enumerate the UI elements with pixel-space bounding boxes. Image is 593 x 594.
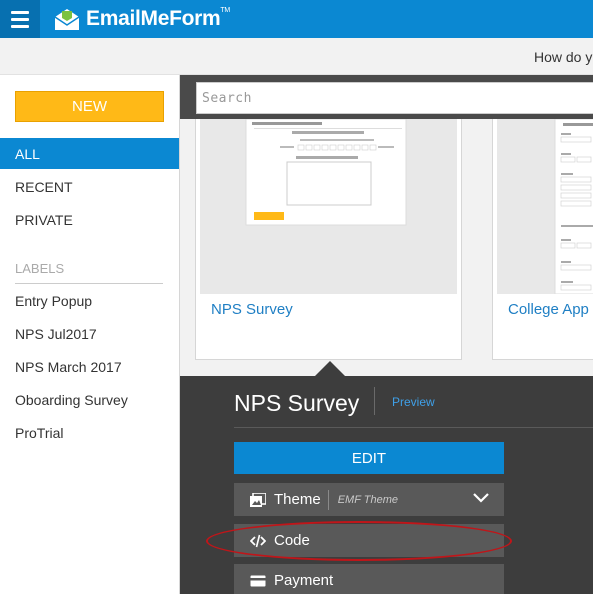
theme-icon [250,492,266,508]
logo[interactable]: EmailMeFormTM [54,5,230,33]
edit-button[interactable]: EDIT [234,442,504,474]
form-card-college-app[interactable]: College App [492,119,593,360]
theme-value: EMF Theme [337,493,398,506]
top-bar: EmailMeFormTM [0,0,593,38]
help-link[interactable]: How do y [534,49,592,65]
form-thumbnail [497,119,593,294]
sidebar-item-private[interactable]: PRIVATE [0,204,179,235]
form-preview-image [554,119,593,294]
envelope-logo-icon [54,9,80,30]
form-details-panel: NPS Survey Preview EDIT Theme EMF Theme [180,376,593,594]
sidebar-item-label: ALL [15,145,40,162]
sidebar-item-all[interactable]: ALL [0,138,179,169]
form-detail-title: NPS Survey [234,390,360,416]
theme-label: Theme [274,491,321,508]
form-preview-image [245,119,407,226]
search-box [196,82,593,114]
title-divider [374,387,375,415]
credit-card-icon [250,573,266,589]
form-thumbnail [200,119,457,294]
label-item-nps-jul2017[interactable]: NPS Jul2017 [15,326,97,342]
preview-link[interactable]: Preview [392,395,435,409]
label-item-oboarding-survey[interactable]: Oboarding Survey [15,392,128,408]
highlight-annotation-ellipse [206,521,512,561]
theme-separator [327,489,329,510]
payment-label: Payment [274,572,334,589]
label-item-protrial[interactable]: ProTrial [15,425,64,441]
new-form-button[interactable]: NEW [15,91,164,122]
sidebar-item-label: PRIVATE [15,211,73,228]
hamburger-menu-icon[interactable] [0,0,40,38]
sidebar: NEW ALL RECENT PRIVATE LABELS Entry Popu… [0,75,180,594]
labels-divider [15,283,163,284]
payment-option[interactable]: Payment [234,564,504,594]
main-content: NPS Survey [180,75,593,594]
form-card-title[interactable]: College App [508,301,589,318]
details-divider [234,427,593,428]
selected-card-pointer [315,361,345,376]
label-item-entry-popup[interactable]: Entry Popup [15,293,92,309]
logo-text: EmailMeForm [86,7,221,30]
search-input[interactable] [197,83,593,113]
label-item-nps-march-2017[interactable]: NPS March 2017 [15,359,122,375]
trademark-mark: TM [220,7,230,14]
labels-heading: LABELS [15,261,65,276]
form-card-nps-survey[interactable]: NPS Survey [195,119,462,360]
theme-option[interactable]: Theme EMF Theme [234,483,504,516]
chevron-down-icon[interactable] [472,491,490,509]
sub-bar: How do y [0,38,593,75]
sidebar-item-label: RECENT [15,178,73,195]
form-card-title[interactable]: NPS Survey [211,301,293,318]
sidebar-item-recent[interactable]: RECENT [0,171,179,202]
form-cards-area: NPS Survey College App [180,119,593,376]
